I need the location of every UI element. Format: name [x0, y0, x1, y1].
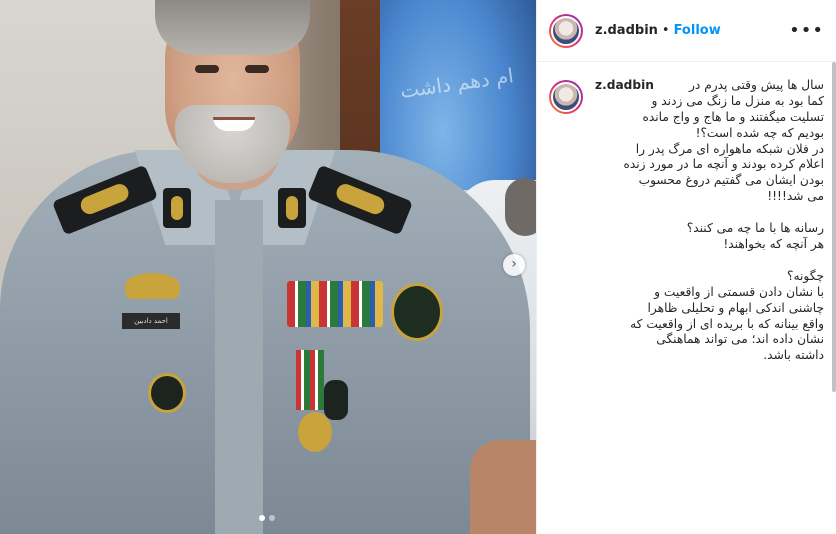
- background-person-head: [505, 178, 536, 236]
- army-patch: [391, 283, 443, 341]
- caption-body: z.dadbin سال ها پیش وقتی پدرم در کما بود…: [595, 78, 824, 364]
- separator-dot: •: [661, 23, 670, 38]
- hair: [155, 0, 310, 55]
- carousel-next-button[interactable]: ›: [503, 254, 525, 276]
- caption-avatar[interactable]: [549, 80, 583, 114]
- scrollbar[interactable]: [832, 62, 836, 392]
- parachute-wings-badge: [125, 273, 180, 299]
- ribbon-bar: [287, 281, 383, 327]
- shirt: [215, 200, 263, 534]
- post-header: z.dadbin • Follow •••: [537, 0, 836, 62]
- carousel-dot-active: [259, 515, 265, 521]
- username-link[interactable]: z.dadbin: [595, 23, 658, 38]
- medal-ribbon: [296, 350, 324, 410]
- follow-button[interactable]: Follow: [674, 23, 721, 38]
- caption-comment: z.dadbin سال ها پیش وقتی پدرم در کما بود…: [537, 62, 836, 364]
- caption-text: سال ها پیش وقتی پدرم در کما بود به منزل …: [623, 77, 824, 363]
- medal: [298, 412, 332, 452]
- pocket-badge-2: [324, 380, 348, 420]
- eye-left: [195, 65, 219, 73]
- carousel-dot: [269, 515, 275, 521]
- more-options-icon[interactable]: •••: [789, 21, 824, 39]
- pocket-badge: [148, 373, 186, 413]
- carousel-dots: [259, 515, 275, 521]
- chevron-right-icon: ›: [511, 256, 517, 272]
- post-sidebar: z.dadbin • Follow ••• z.dadbin سال ها پی…: [536, 0, 836, 534]
- collar-badge-right: [278, 188, 306, 228]
- post-photo[interactable]: ام دهم داشت احمد دادبین ›: [0, 0, 536, 534]
- avatar[interactable]: [549, 13, 583, 48]
- collar-badge-left: [163, 188, 191, 228]
- hand: [470, 440, 536, 534]
- eye-right: [245, 65, 269, 73]
- name-tag: احمد دادبین: [122, 313, 180, 329]
